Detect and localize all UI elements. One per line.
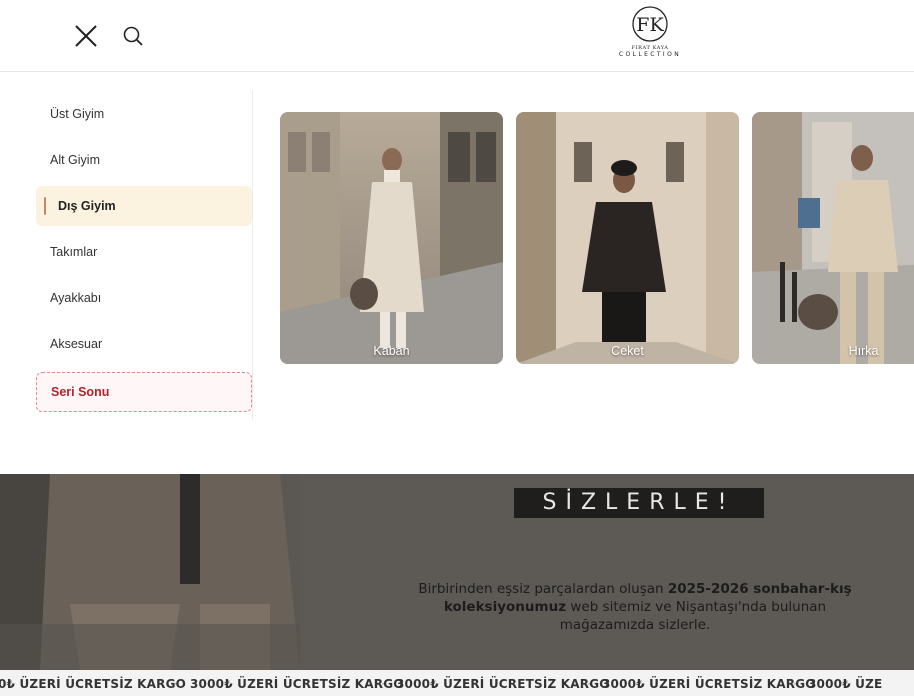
banner-heading: SİZLERLE! [514, 488, 764, 518]
subcategory-card-hirka[interactable]: Hırka [752, 112, 914, 364]
category-sidebar: Üst Giyim Alt Giyim Dış Giyim Takımlar A… [0, 90, 253, 420]
banner-description: Birbirinden eşsiz parçalardan oluşan 202… [405, 580, 865, 634]
marquee-item: 3000₺ ÜZE [808, 677, 883, 691]
category-label: Takımlar [50, 245, 98, 259]
marquee-separator: · [793, 676, 797, 690]
card-label: Ceket [611, 344, 644, 358]
subcategory-cards: Kaban Ceket Hırka [280, 112, 914, 366]
marquee-item: 3000₺ ÜZERİ ÜCRETSİZ KARGO [396, 677, 610, 691]
category-ayakkabi[interactable]: Ayakkabı [36, 278, 252, 318]
banner-image [0, 474, 914, 670]
card-label: Hırka [848, 344, 879, 358]
search-icon[interactable] [121, 24, 145, 48]
logo-monogram: FK [632, 6, 668, 42]
category-label: Aksesuar [50, 337, 103, 351]
marquee-item: 0₺ ÜZERİ ÜCRETSİZ KARGO [0, 677, 187, 691]
category-dis-giyim[interactable]: Dış Giyim [36, 186, 252, 226]
marquee-item: 3000₺ ÜZERİ ÜCRETSİZ KARGO [602, 677, 816, 691]
brand-logo[interactable]: FK FIRAT KAYA COLLECTION [600, 4, 700, 66]
category-ust-giyim[interactable]: Üst Giyim [36, 94, 252, 134]
card-image-hirka [752, 112, 914, 364]
banner-text-part1: Birbirinden eşsiz parçalardan oluşan [418, 581, 668, 597]
subcategory-card-ceket[interactable]: Ceket [516, 112, 739, 364]
shipping-marquee: 0₺ ÜZERİ ÜCRETSİZ KARGO · 3000₺ ÜZERİ ÜC… [0, 670, 914, 696]
card-label: Kaban [373, 344, 410, 358]
category-menu-panel: Üst Giyim Alt Giyim Dış Giyim Takımlar A… [0, 72, 914, 474]
subcategory-card-kaban[interactable]: Kaban [280, 112, 503, 364]
category-alt-giyim[interactable]: Alt Giyim [36, 140, 252, 180]
promo-banner: SİZLERLE! Birbirinden eşsiz parçalardan … [0, 474, 914, 670]
category-aksesuar[interactable]: Aksesuar [36, 324, 252, 364]
category-label: Seri Sonu [51, 385, 110, 399]
card-image-kaban [280, 112, 503, 364]
marquee-separator: · [381, 676, 385, 690]
logo-text-secondary: COLLECTION [618, 51, 682, 58]
category-label: Üst Giyim [50, 107, 105, 121]
category-takimlar[interactable]: Takımlar [36, 232, 252, 272]
category-label: Alt Giyim [50, 153, 100, 167]
close-icon[interactable] [72, 22, 100, 50]
site-header: FK FIRAT KAYA COLLECTION [0, 0, 914, 72]
marquee-item: 3000₺ ÜZERİ ÜCRETSİZ KARGO [190, 677, 404, 691]
marquee-separator: · [174, 676, 178, 690]
category-seri-sonu[interactable]: Seri Sonu [36, 372, 252, 412]
marquee-separator: · [587, 676, 591, 690]
card-image-ceket [516, 112, 739, 364]
logo-monogram-text: FK [636, 14, 664, 36]
category-label: Dış Giyim [58, 199, 116, 213]
category-label: Ayakkabı [50, 291, 102, 305]
banner-text-part2: web sitemiz ve Nişantaşı'nda bulunan mağ… [559, 599, 827, 633]
